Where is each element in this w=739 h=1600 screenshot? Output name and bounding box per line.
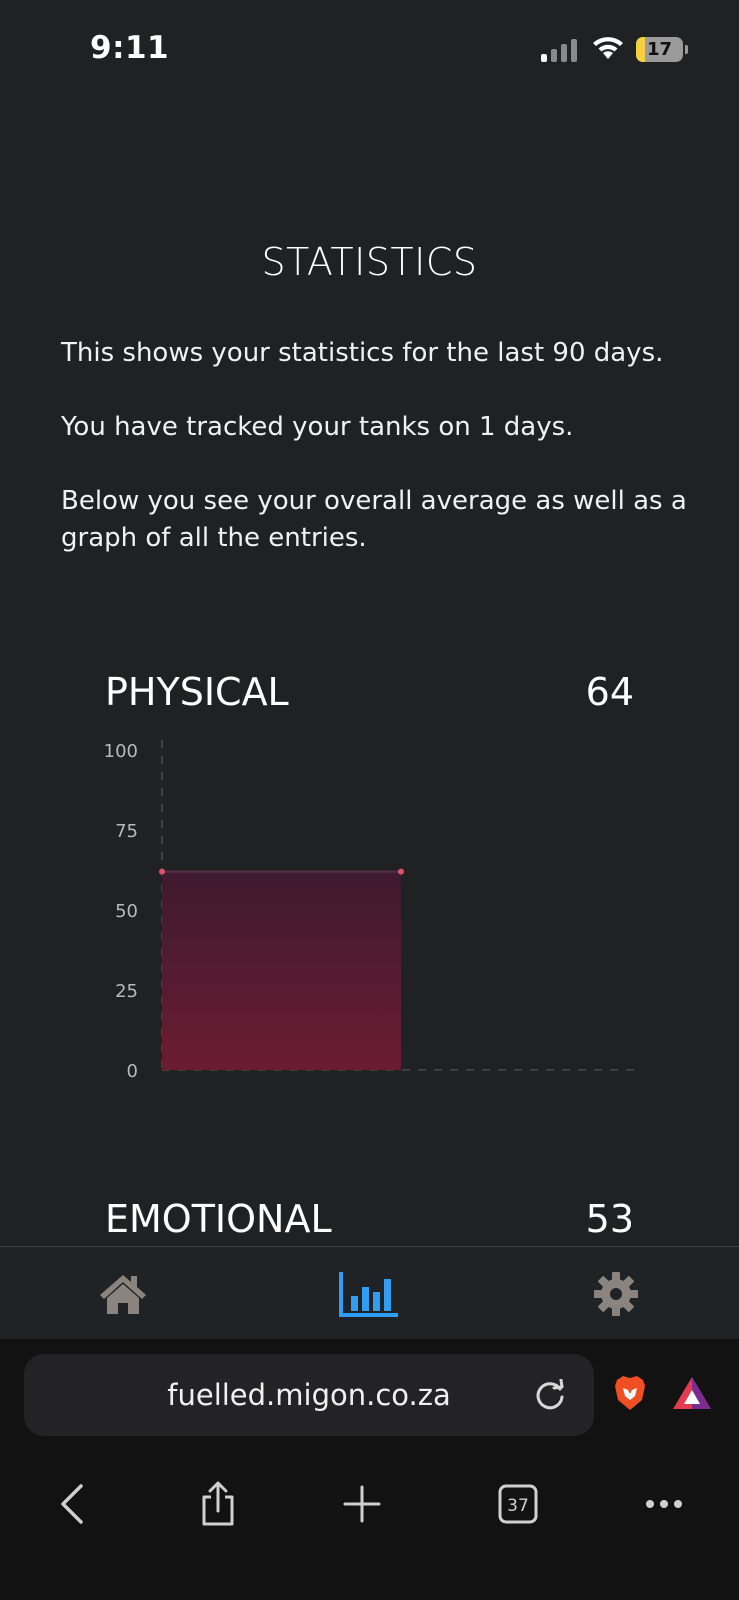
share-icon <box>202 1481 234 1526</box>
emotional-average: 53 <box>585 1197 634 1241</box>
gear-icon <box>594 1271 638 1316</box>
physical-average: 64 <box>585 670 634 714</box>
browser-toolbar: fuelled.migon.co.za 37 <box>0 1339 739 1600</box>
plus-icon <box>343 1485 381 1523</box>
physical-label: PHYSICAL <box>105 670 289 714</box>
nav-home[interactable] <box>63 1247 183 1340</box>
bar-chart-icon <box>339 1271 398 1317</box>
brave-rewards-icon[interactable] <box>672 1376 712 1410</box>
back-icon <box>61 1484 83 1524</box>
y-tick-label: 50 <box>115 901 138 922</box>
share-button[interactable] <box>188 1474 248 1534</box>
intro-text: This shows your statistics for the last … <box>61 335 701 594</box>
y-tick-label: 25 <box>115 981 138 1002</box>
tabs-button[interactable]: 37 <box>488 1474 548 1534</box>
battery-level: 17 <box>646 39 673 60</box>
intro-paragraph-graph: Below you see your overall average as we… <box>61 486 687 553</box>
data-point <box>398 868 404 875</box>
physical-area-series <box>162 871 401 1070</box>
y-tick-label: 75 <box>115 821 138 842</box>
intro-paragraph-tracked: You have tracked your tanks on 1 days. <box>61 412 574 442</box>
battery-indicator: 17 <box>636 37 688 62</box>
url-text: fuelled.migon.co.za <box>167 1378 451 1412</box>
physical-chart: 100 75 50 25 0 <box>104 740 640 1082</box>
more-menu-button[interactable] <box>634 1474 694 1534</box>
nav-settings[interactable] <box>556 1247 676 1340</box>
wifi-icon <box>593 37 623 59</box>
emotional-label: EMOTIONAL <box>105 1197 332 1241</box>
y-tick-label: 0 <box>127 1061 138 1082</box>
tab-count: 37 <box>507 1496 529 1516</box>
home-icon <box>100 1274 146 1314</box>
brave-shields-icon[interactable] <box>613 1374 647 1412</box>
nav-statistics[interactable] <box>309 1247 429 1340</box>
new-tab-button[interactable] <box>332 1474 392 1534</box>
address-bar[interactable]: fuelled.migon.co.za <box>24 1354 594 1436</box>
bottom-nav <box>0 1246 739 1340</box>
cellular-signal-icon <box>541 39 577 62</box>
reload-icon[interactable] <box>534 1379 566 1411</box>
status-time: 9:11 <box>90 30 170 66</box>
more-icon <box>646 1500 682 1508</box>
y-tick-label: 100 <box>104 741 138 762</box>
intro-paragraph-period: This shows your statistics for the last … <box>61 338 664 368</box>
status-bar: 9:11 17 <box>0 0 739 100</box>
back-button[interactable] <box>42 1474 102 1534</box>
page-title: STATISTICS <box>261 240 478 284</box>
tabs-icon: 37 <box>498 1484 538 1524</box>
data-point <box>159 868 165 875</box>
